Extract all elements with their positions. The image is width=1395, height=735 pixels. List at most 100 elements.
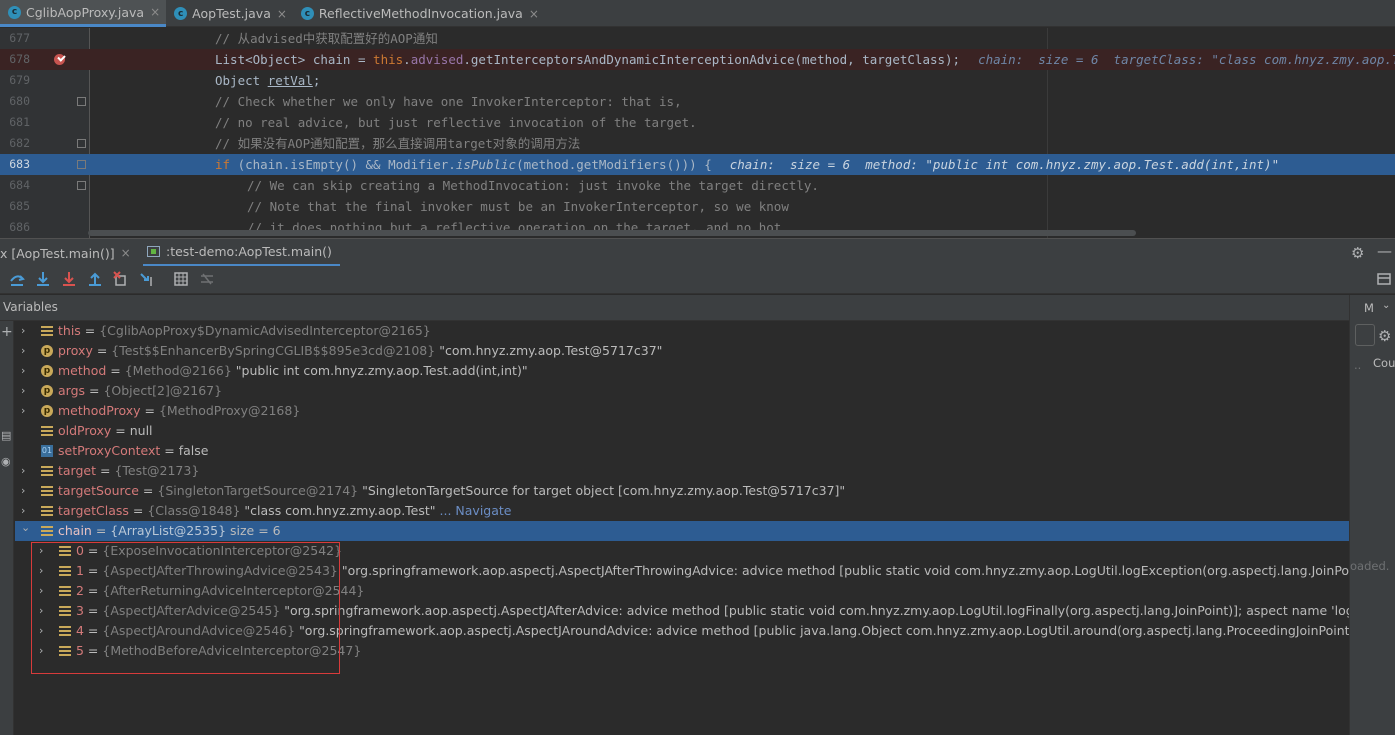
line-number[interactable]: 678 <box>0 49 30 70</box>
code-line[interactable]: 677 // 从advised中获取配置好的AOP通知 <box>0 28 1395 49</box>
variable-name: this <box>58 323 81 338</box>
chevron-right-icon[interactable]: › <box>21 321 25 341</box>
fold-marker-icon[interactable] <box>77 97 86 106</box>
variable-row[interactable]: › p methodProxy = {MethodProxy@2168} <box>15 401 1349 421</box>
code-token: ; <box>312 73 321 88</box>
code-text: // 从advised中获取配置好的AOP通知 <box>215 28 438 49</box>
variable-type: {MethodProxy@2168} <box>158 403 301 418</box>
variable-row[interactable]: 01 setProxyContext = false <box>15 441 1349 461</box>
counter-label: Cou <box>1373 356 1395 370</box>
line-number[interactable]: 685 <box>0 196 30 217</box>
variable-row[interactable]: › this = {CglibAopProxy$DynamicAdvisedInt… <box>15 321 1349 341</box>
field-icon <box>41 505 53 517</box>
chevron-down-icon[interactable]: ⌄ <box>21 518 30 538</box>
variable-row[interactable]: › targetSource = {SingletonTargetSource@2… <box>15 481 1349 501</box>
variable-row[interactable]: › p method = {Method@2166} "public int com… <box>15 361 1349 381</box>
debug-tab-label: :test-demo:AopTest.main() <box>166 244 332 259</box>
chevron-right-icon[interactable]: › <box>21 461 25 481</box>
variable-row[interactable]: › targetClass = {Class@1848} "class com.h… <box>15 501 1349 521</box>
variable-name: targetClass <box>58 503 129 518</box>
editor-tab[interactable]: c ReflectiveMethodInvocation.java × <box>293 0 545 27</box>
step-over-icon[interactable] <box>9 271 25 287</box>
trace-icon[interactable] <box>199 271 215 287</box>
breakpoint-icon[interactable] <box>54 54 65 65</box>
fold-marker-icon[interactable] <box>77 160 86 169</box>
step-out-icon[interactable] <box>87 271 103 287</box>
fold-marker-icon[interactable] <box>77 139 86 148</box>
code-line[interactable]: 680 // Check whether we only have one Inv… <box>0 91 1395 112</box>
watches-panel: M ⌄ ⚙ .. Cou oaded. <box>1349 295 1395 735</box>
code-token: retVal <box>267 73 313 88</box>
code-token: // Check whether we only have one Invoke… <box>215 94 682 109</box>
chevron-right-icon[interactable]: › <box>21 361 25 381</box>
watches-tab-label[interactable]: M <box>1364 301 1374 315</box>
editor-tab-label: ReflectiveMethodInvocation.java <box>318 6 523 21</box>
editor-horizontal-scrollbar[interactable] <box>88 230 1136 236</box>
code-line[interactable]: 681 // no real advice, but just reflectiv… <box>0 112 1395 133</box>
editor-tab[interactable]: c CglibAopProxy.java × <box>0 0 167 27</box>
step-into-icon[interactable] <box>35 271 51 287</box>
watch-input[interactable] <box>1355 324 1375 346</box>
equals-sign: = <box>80 323 100 338</box>
line-number[interactable]: 683 <box>0 154 30 175</box>
code-line[interactable]: 678 List<Object> chain = this.advised.get… <box>0 49 1395 70</box>
line-number[interactable]: 686 <box>0 217 30 238</box>
editor-tab[interactable]: c AopTest.java × <box>166 0 293 27</box>
navigate-link[interactable]: ... Navigate <box>440 503 512 518</box>
force-step-into-icon[interactable] <box>61 271 77 287</box>
variable-name: target <box>58 463 97 478</box>
close-icon[interactable]: × <box>121 246 131 260</box>
fold-marker-icon[interactable] <box>77 181 86 190</box>
editor-tab-label: AopTest.java <box>192 6 271 21</box>
code-editor[interactable]: 677 // 从advised中获取配置好的AOP通知 678 List<Object… <box>0 28 1395 238</box>
code-line[interactable]: 685 // Note that the final invoker must b… <box>0 196 1395 217</box>
layout-icon[interactable] <box>1376 271 1392 287</box>
editor-tab-bar: c CglibAopProxy.java × c AopTest.java × c Refle… <box>0 0 1395 27</box>
debug-session-tab[interactable]: x [AopTest.main()] × <box>0 239 137 267</box>
add-watch-icon[interactable]: + <box>1 324 13 340</box>
close-icon[interactable]: × <box>529 7 539 21</box>
variable-row[interactable]: oldProxy = null <box>15 421 1349 441</box>
drop-frame-icon[interactable] <box>113 271 129 287</box>
chevron-down-icon[interactable]: ⌄ <box>1382 300 1390 311</box>
line-number[interactable]: 682 <box>0 133 30 154</box>
code-line[interactable]: 679 Object retVal; <box>0 70 1395 91</box>
line-number[interactable]: 680 <box>0 91 30 112</box>
close-icon[interactable]: × <box>150 5 160 19</box>
code-text: // no real advice, but just reflective i… <box>215 112 697 133</box>
variable-value: "org.springframework.aop.aspectj.AspectJ… <box>299 623 1349 638</box>
code-text: // 如果没有AOP通知配置，那么直接调用target对象的调用方法 <box>215 133 580 154</box>
variable-row[interactable]: › target = {Test@2173} <box>15 461 1349 481</box>
line-number[interactable]: 681 <box>0 112 30 133</box>
line-number[interactable]: 677 <box>0 28 30 49</box>
settings-gear-icon[interactable]: ⚙ <box>1351 244 1364 262</box>
code-line[interactable]: 682 // 如果没有AOP通知配置，那么直接调用target对象的调用方法 <box>0 133 1395 154</box>
variable-row[interactable]: › p args = {Object[2]@2167} <box>15 381 1349 401</box>
line-number[interactable]: 679 <box>0 70 30 91</box>
variable-name: oldProxy <box>58 423 112 438</box>
variable-row[interactable]: › p proxy = {Test$$EnhancerBySpringCGLIB$$… <box>15 341 1349 361</box>
chevron-right-icon[interactable]: › <box>21 341 25 361</box>
view-icon[interactable]: ◉ <box>1 455 11 468</box>
variables-tree[interactable]: › this = {CglibAopProxy$DynamicAdvisedInt… <box>15 321 1349 735</box>
parameter-icon: p <box>41 405 53 417</box>
settings-gear-icon[interactable]: ⚙ <box>1378 327 1391 345</box>
code-line[interactable]: 684 // We can skip creating a MethodInvoc… <box>0 175 1395 196</box>
equals-sign: = <box>160 443 179 458</box>
run-to-cursor-icon[interactable] <box>139 271 155 287</box>
chevron-right-icon[interactable]: › <box>21 481 25 501</box>
debug-tab-label: x [AopTest.main()] <box>0 245 115 261</box>
evaluate-expression-icon[interactable] <box>173 271 189 287</box>
debug-session-tab[interactable]: :test-demo:AopTest.main() <box>143 239 340 267</box>
line-number[interactable]: 684 <box>0 175 30 196</box>
close-icon[interactable]: × <box>277 7 287 21</box>
variable-text: oldProxy = null <box>58 421 153 441</box>
variable-text: setProxyContext = false <box>58 441 209 461</box>
minimize-icon[interactable]: — <box>1377 242 1392 260</box>
variable-row[interactable]: ⌄ chain = {ArrayList@2535} size = 6 <box>15 521 1349 541</box>
chevron-right-icon[interactable]: › <box>21 401 25 421</box>
copy-icon[interactable]: ▤ <box>1 429 11 442</box>
variable-name: proxy <box>58 343 93 358</box>
code-line[interactable]: 683 if (chain.isEmpty() && Modifier.isPub… <box>0 154 1395 175</box>
chevron-right-icon[interactable]: › <box>21 381 25 401</box>
